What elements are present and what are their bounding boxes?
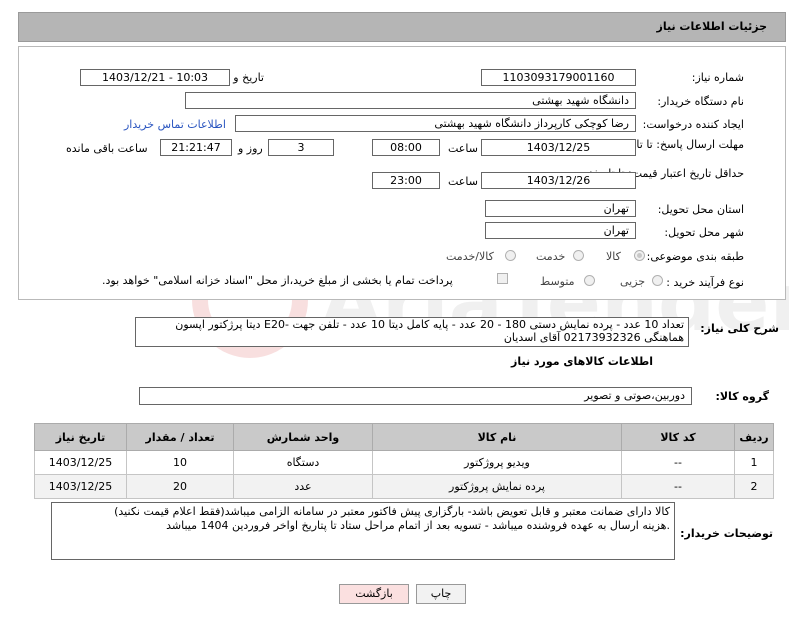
category-option-goods-service: کالا/خدمت <box>446 250 494 263</box>
col-code: کد کالا <box>621 423 735 451</box>
category-option-goods: کالا <box>606 250 621 263</box>
requester-field[interactable]: رضا کوچکی کارپرداز دانشگاه شهید بهشتی <box>235 115 636 132</box>
process-radio-minor[interactable] <box>652 275 663 286</box>
category-option-service: خدمت <box>536 250 566 263</box>
treasury-note: پرداخت تمام یا بخشی از مبلغ خرید،از محل … <box>102 274 453 287</box>
cell-unit: عدد <box>233 474 373 499</box>
days-label: روز و <box>238 142 263 155</box>
cell-qty: 10 <box>126 450 234 475</box>
cell-date: 1403/12/25 <box>34 474 127 499</box>
buyer-notes-line-2: هزینه ارسال به عهده فروشنده میباشد - تسو… <box>166 519 670 532</box>
cell-qty: 20 <box>126 474 234 499</box>
process-label: نوع فرآیند خرید : <box>666 276 744 289</box>
buyer-contact-link[interactable]: اطلاعات تماس خریدار <box>124 118 226 131</box>
buyer-org-field[interactable]: دانشگاه شهید بهشتی <box>185 92 636 109</box>
process-option-medium: متوسط <box>540 275 575 288</box>
cell-name: پرده نمایش پروژکتور <box>372 474 622 499</box>
buyer-org-label: نام دستگاه خریدار: <box>657 95 744 108</box>
need-number-label: شماره نیاز: <box>691 71 744 84</box>
process-radio-medium[interactable] <box>584 275 595 286</box>
buyer-notes-textarea[interactable]: کالا دارای ضمانت معتبر و قابل تعویض باشد… <box>51 502 675 560</box>
price-validity-date[interactable]: 1403/12/26 <box>481 172 636 189</box>
buyer-notes-line-1: کالا دارای ضمانت معتبر و قابل تعویض باشد… <box>114 505 670 518</box>
cell-date: 1403/12/25 <box>34 450 127 475</box>
reply-deadline-days[interactable]: 3 <box>268 139 334 156</box>
col-unit: واحد شمارش <box>233 423 373 451</box>
category-radio-goods-service[interactable] <box>505 250 516 261</box>
goods-info-title: اطلاعات کالاهای مورد نیاز <box>511 355 653 368</box>
remaining-label: ساعت باقی مانده <box>66 142 148 155</box>
summary-line-2: هماهنگی 02173932326 آقای اسدیان <box>503 331 684 344</box>
cell-row: 1 <box>734 450 774 475</box>
col-row: ردیف <box>734 423 774 451</box>
remaining-time[interactable]: 21:21:47 <box>160 139 232 156</box>
reply-deadline-time-label: ساعت <box>448 142 478 155</box>
price-validity-time[interactable]: 23:00 <box>372 172 440 189</box>
goods-group-field[interactable]: دوربین،صوتی و تصویر <box>139 387 692 405</box>
need-number-field[interactable]: 1103093179001160 <box>481 69 636 86</box>
requester-label: ایجاد کننده درخواست: <box>642 118 744 131</box>
city-label: شهر محل تحویل: <box>664 226 744 239</box>
summary-line-1: دیتا پرژکتور اپسون E20- تعداد 10 عدد - پ… <box>175 318 684 331</box>
category-radio-service[interactable] <box>573 250 584 261</box>
buyer-notes-label: توضیحات خریدار: <box>680 527 773 540</box>
process-option-minor: جزیی <box>620 275 646 288</box>
col-name: نام کالا <box>372 423 622 451</box>
summary-textarea[interactable]: دیتا پرژکتور اپسون E20- تعداد 10 عدد - پ… <box>135 317 689 347</box>
category-label: طبقه بندی موضوعی: <box>646 250 744 263</box>
treasury-checkbox[interactable] <box>497 273 508 284</box>
cell-row: 2 <box>734 474 774 499</box>
table-header-row: ردیف کد کالا نام کالا واحد شمارش تعداد /… <box>34 423 774 451</box>
print-button[interactable]: چاپ <box>416 584 466 604</box>
cell-unit: دستگاه <box>233 450 373 475</box>
page-title: جزئیات اطلاعات نیاز <box>656 20 768 33</box>
col-date: تاریخ نیاز <box>34 423 127 451</box>
cell-name: ویدیو پروژکتور <box>372 450 622 475</box>
page-header: جزئیات اطلاعات نیاز <box>18 12 786 42</box>
summary-label: شرح کلی نیاز: <box>700 322 779 335</box>
goods-table: ردیف کد کالا نام کالا واحد شمارش تعداد /… <box>34 423 774 499</box>
city-field[interactable]: تهران <box>485 222 636 239</box>
back-button[interactable]: بازگشت <box>339 584 409 604</box>
goods-group-label: گروه کالا: <box>715 390 769 403</box>
table-row[interactable]: 2 -- پرده نمایش پروژکتور عدد 20 1403/12/… <box>34 474 774 499</box>
province-label: استان محل تحویل: <box>657 203 744 216</box>
reply-deadline-date[interactable]: 1403/12/25 <box>481 139 636 156</box>
reply-deadline-time[interactable]: 08:00 <box>372 139 440 156</box>
cell-code: -- <box>621 474 735 499</box>
table-row[interactable]: 1 -- ویدیو پروژکتور دستگاه 10 1403/12/25 <box>34 450 774 475</box>
col-qty: تعداد / مقدار <box>126 423 234 451</box>
category-radio-goods[interactable] <box>634 250 645 261</box>
province-field[interactable]: تهران <box>485 200 636 217</box>
price-validity-time-label: ساعت <box>448 175 478 188</box>
cell-code: -- <box>621 450 735 475</box>
announce-field[interactable]: 1403/12/21 - 10:03 <box>80 69 230 86</box>
